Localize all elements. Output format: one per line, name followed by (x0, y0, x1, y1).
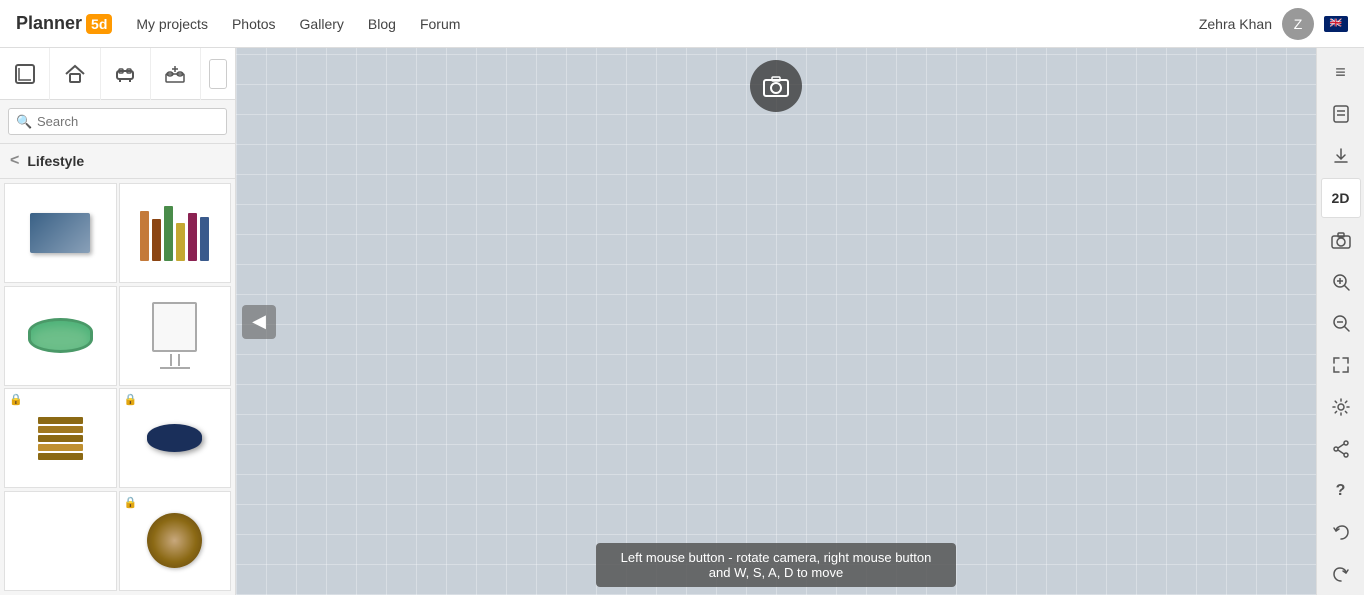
hint-text: Left mouse button - rotate camera, right… (621, 550, 932, 580)
item-whiteboard[interactable] (119, 286, 232, 386)
new-project-tool[interactable] (0, 48, 50, 100)
item-cylinder-pillow[interactable]: 🔒 (119, 388, 232, 488)
lock-icon: 🔒 (9, 393, 23, 406)
settings-button[interactable] (1321, 387, 1361, 427)
fit-button[interactable] (1321, 345, 1361, 385)
nav-blog[interactable]: Blog (368, 16, 396, 32)
zoom-out-button[interactable] (1321, 304, 1361, 344)
lock-icon-2: 🔒 (124, 393, 138, 406)
nav-gallery[interactable]: Gallery (300, 16, 344, 32)
camera-button[interactable] (1321, 220, 1361, 260)
search-input[interactable] (8, 108, 227, 135)
furniture-tool[interactable] (101, 48, 151, 100)
files-button[interactable] (1321, 94, 1361, 134)
item-books-stack[interactable] (119, 183, 232, 283)
nav-left-button[interactable]: ◀ (242, 305, 276, 339)
canvas-background (236, 48, 1316, 595)
objects-tool[interactable] (151, 48, 201, 100)
search-icon: 🔍 (16, 114, 32, 130)
2d-button[interactable]: 2D (1321, 178, 1361, 218)
item-rug[interactable]: 🔒 (119, 491, 232, 591)
extra-preview (30, 513, 90, 568)
nav-links: My projects Photos Gallery Blog Forum (136, 16, 1198, 32)
lock-icon-3: 🔒 (124, 496, 138, 509)
nav-photos[interactable]: Photos (232, 16, 276, 32)
undo-button[interactable] (1321, 513, 1361, 553)
redo-button[interactable] (1321, 555, 1361, 595)
zoom-in-button[interactable] (1321, 262, 1361, 302)
cylinder-preview (147, 424, 202, 452)
tub-preview (28, 318, 93, 353)
left-sidebar: first floor second floor third floor 🔍 <… (0, 48, 236, 595)
top-nav: Planner 5d My projects Photos Gallery Bl… (0, 0, 1364, 48)
stack-preview (38, 417, 83, 460)
user-name: Zehra Khan (1199, 16, 1272, 32)
help-button[interactable]: ? (1321, 471, 1361, 511)
right-sidebar: ≡ 2D (1316, 48, 1364, 595)
hint-bar: Left mouse button - rotate camera, right… (596, 543, 956, 587)
board-preview (152, 302, 197, 369)
download-button[interactable] (1321, 136, 1361, 176)
nav-my-projects[interactable]: My projects (136, 16, 208, 32)
floor-select-wrapper: first floor second floor third floor (201, 59, 235, 89)
search-row: 🔍 (0, 100, 235, 144)
main-layout: first floor second floor third floor 🔍 <… (0, 48, 1364, 595)
share-button[interactable] (1321, 429, 1361, 469)
logo-text: Planner (16, 13, 82, 34)
item-book-pile[interactable]: 🔒 (4, 388, 117, 488)
avatar[interactable]: Z (1282, 8, 1314, 40)
item-book[interactable] (4, 183, 117, 283)
center-canvas[interactable]: ◀ Left mouse button - rotate camera, rig… (236, 48, 1316, 595)
rug-preview (147, 513, 202, 568)
items-grid: 🔒 🔒 🔒 (0, 179, 235, 595)
nav-forum[interactable]: Forum (420, 16, 460, 32)
home-tool[interactable] (50, 48, 100, 100)
menu-button[interactable]: ≡ (1321, 52, 1361, 92)
item-extra[interactable] (4, 491, 117, 591)
search-wrap: 🔍 (8, 108, 227, 135)
toolbar-row: first floor second floor third floor (0, 48, 235, 100)
logo[interactable]: Planner 5d (16, 13, 112, 34)
screenshot-button[interactable] (750, 60, 802, 112)
logo-badge: 5d (86, 14, 112, 34)
category-name: Lifestyle (27, 153, 84, 169)
flag-icon: 🇬🇧 (1324, 16, 1348, 32)
books-preview (140, 206, 209, 261)
back-arrow-icon: < (10, 152, 19, 170)
book-preview (30, 213, 90, 253)
item-bathtub[interactable] (4, 286, 117, 386)
category-header[interactable]: < Lifestyle (0, 144, 235, 179)
user-area: Zehra Khan Z 🇬🇧 (1199, 8, 1348, 40)
floor-select[interactable]: first floor second floor third floor (209, 59, 227, 89)
